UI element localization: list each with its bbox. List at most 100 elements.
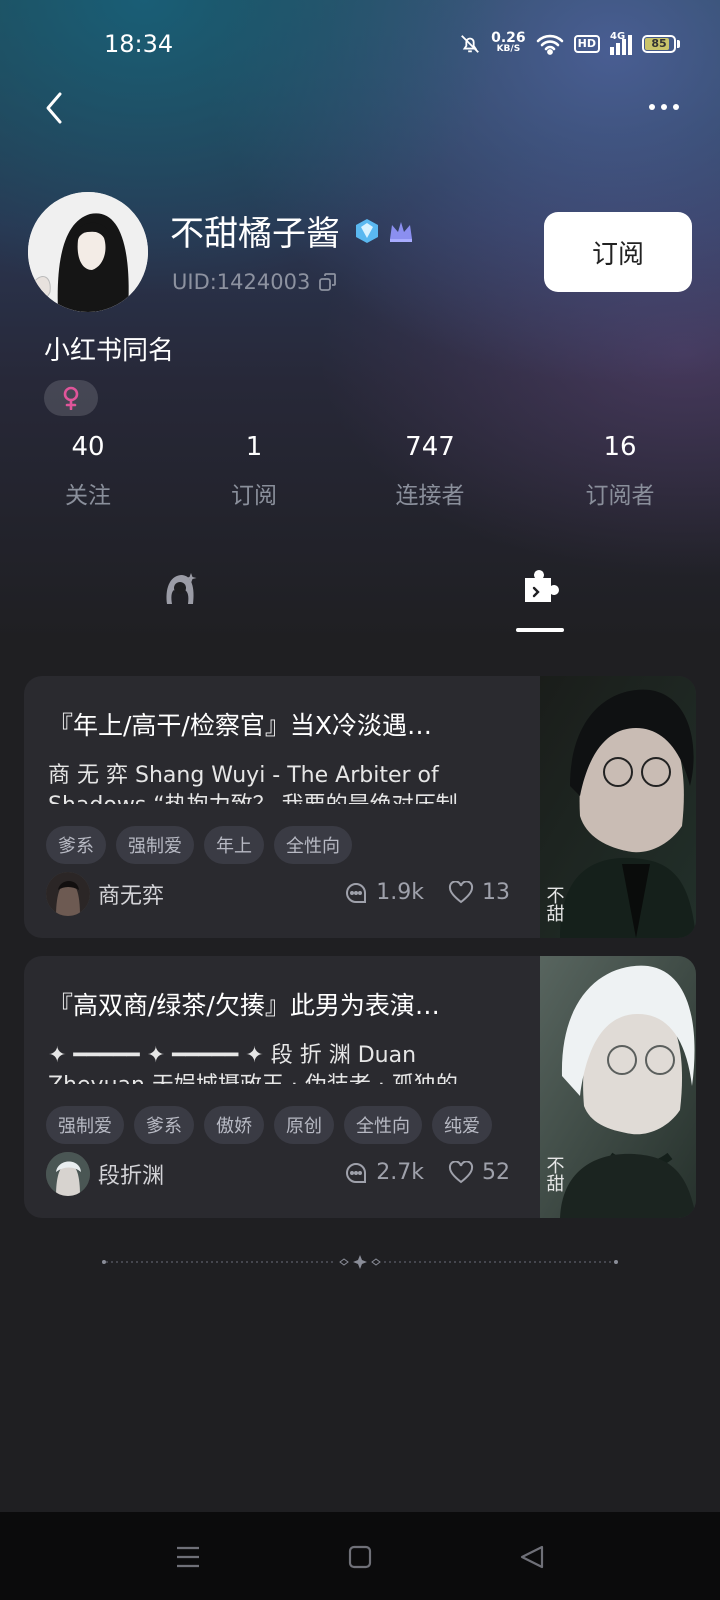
comments-value: 1.9k: [376, 880, 424, 905]
profile-bio: 小红书同名: [44, 336, 175, 366]
card-author[interactable]: 段折渊: [46, 1152, 164, 1196]
likes-count[interactable]: 52: [448, 1160, 510, 1185]
status-icons: 0.26 KB/S HD 4G 85: [459, 30, 680, 58]
net-speed-value: 0.26: [491, 30, 526, 46]
card-cover-image: 不甜: [540, 676, 696, 938]
tag[interactable]: 强制爱: [46, 1106, 124, 1144]
stat-value: 747: [405, 432, 455, 462]
net-speed: 0.26 KB/S: [491, 30, 526, 55]
card-tags: 爹系 强制爱 年上 全性向: [46, 826, 352, 864]
tag[interactable]: 全性向: [344, 1106, 422, 1144]
end-of-list-divider: [100, 1254, 620, 1270]
tab-characters[interactable]: [150, 570, 210, 630]
likes-value: 52: [482, 1160, 510, 1185]
tab-puzzle[interactable]: [510, 570, 570, 630]
mute-bell-icon: [461, 35, 480, 53]
chevron-left-icon: [46, 92, 62, 124]
author-name: 商无弈: [98, 884, 165, 909]
subscribe-button[interactable]: 订阅: [544, 212, 692, 292]
stats-row: 40 关注 1 订阅 747 连接者 16 订阅者: [0, 432, 720, 512]
comments-count[interactable]: 1.9k: [344, 880, 424, 905]
dot: [649, 104, 655, 110]
dot: [673, 104, 679, 110]
comments-value: 2.7k: [376, 1160, 424, 1185]
avatar-image: [28, 192, 148, 312]
stat-label: 订阅者: [585, 483, 655, 509]
card-meta: 1.9k 13: [344, 880, 510, 905]
likes-value: 13: [482, 880, 510, 905]
author-name: 段折渊: [98, 1164, 165, 1189]
hd-badge: HD: [573, 35, 600, 53]
card-tags: 强制爱 爹系 傲娇 原创 全性向 纯爱: [46, 1106, 492, 1144]
card-author[interactable]: 商无弈: [46, 872, 164, 916]
card-cover-image: 不甜: [540, 956, 696, 1218]
active-tab-indicator: [516, 628, 564, 632]
system-back-button[interactable]: [518, 1542, 548, 1572]
back-button[interactable]: [40, 88, 70, 128]
character-icon: [166, 573, 197, 604]
square-icon: [348, 1545, 372, 1569]
comments-count[interactable]: 2.7k: [344, 1160, 424, 1185]
stat-label: 连接者: [395, 483, 465, 509]
battery-icon: 85: [642, 35, 680, 53]
female-icon: [63, 386, 79, 410]
card-title: 『高双商/绿茶/欠揍』此男为表演…: [48, 991, 440, 1020]
net-speed-unit: KB/S: [496, 44, 521, 54]
diamond-badge-icon[interactable]: [352, 217, 382, 245]
gender-tag: [44, 380, 98, 416]
battery-level: 85: [651, 37, 667, 50]
copy-icon[interactable]: [318, 272, 338, 292]
profile-header-background: [0, 0, 720, 640]
system-navigation-bar: [0, 1512, 720, 1600]
stat-label: 订阅: [231, 483, 277, 509]
home-button[interactable]: [346, 1542, 376, 1572]
story-card[interactable]: 『高双商/绿茶/欠揍』此男为表演… ✦ ━━━━━ ✦ ━━━━━ ✦ 段 折 …: [24, 956, 696, 1218]
status-time: 18:34: [104, 30, 174, 58]
comment-icon: [346, 1162, 367, 1183]
dot: [661, 104, 667, 110]
story-card[interactable]: 『年上/高干/检察官』当X冷淡遇… 商 无 弈 Shang Wuyi - The…: [24, 676, 696, 938]
tag[interactable]: 纯爱: [432, 1106, 492, 1144]
cellular-signal-icon: 4G: [610, 31, 632, 55]
tag[interactable]: 傲娇: [204, 1106, 264, 1144]
tag[interactable]: 爹系: [46, 826, 106, 864]
stat-value: 16: [603, 432, 637, 462]
svg-text:不甜: 不甜: [544, 886, 565, 922]
card-description-overflow: Shadows “热抱力致？ 我要的是绝对压制: [48, 790, 516, 804]
tag[interactable]: 强制爱: [116, 826, 194, 864]
stat-subscriptions[interactable]: 1 订阅: [174, 432, 334, 510]
tag[interactable]: 原创: [274, 1106, 334, 1144]
crown-badge-icon[interactable]: [386, 217, 416, 245]
author-avatar: [46, 1152, 90, 1196]
puzzle-icon: [525, 570, 559, 602]
author-avatar: [46, 872, 90, 916]
tag[interactable]: 全性向: [274, 826, 352, 864]
profile-avatar[interactable]: [28, 192, 148, 312]
recent-apps-button[interactable]: [174, 1542, 204, 1572]
heart-icon: [448, 1160, 474, 1183]
stat-label: 关注: [65, 483, 111, 509]
tag[interactable]: 爹系: [134, 1106, 194, 1144]
tag[interactable]: 年上: [204, 826, 264, 864]
stat-value: 40: [71, 432, 105, 462]
wifi-icon: [536, 34, 563, 55]
uid-row: UID:1424003: [172, 270, 338, 294]
stat-subscribers[interactable]: 16 订阅者: [540, 432, 700, 510]
card-meta: 2.7k 52: [344, 1160, 510, 1185]
heart-icon: [448, 880, 474, 903]
likes-count[interactable]: 13: [448, 880, 510, 905]
uid-text: UID:1424003: [172, 270, 311, 294]
profile-name-row: 不甜橘子酱: [170, 206, 416, 255]
stat-following[interactable]: 40 关注: [8, 432, 168, 510]
badges: [352, 217, 416, 245]
more-options-button[interactable]: [644, 96, 684, 118]
network-type: 4G: [610, 31, 626, 42]
stat-connectors[interactable]: 747 连接者: [350, 432, 510, 510]
stat-value: 1: [245, 432, 263, 462]
card-description-overflow: Zheyuan 天娱城摄政王 · 伪装者 · 孤独的: [48, 1070, 516, 1084]
profile-name: 不甜橘子酱: [170, 214, 340, 254]
svg-text:不甜: 不甜: [544, 1156, 565, 1192]
comment-icon: [346, 882, 367, 903]
card-title: 『年上/高干/检察官』当X冷淡遇…: [48, 711, 432, 740]
menu-icon: [177, 1546, 199, 1568]
